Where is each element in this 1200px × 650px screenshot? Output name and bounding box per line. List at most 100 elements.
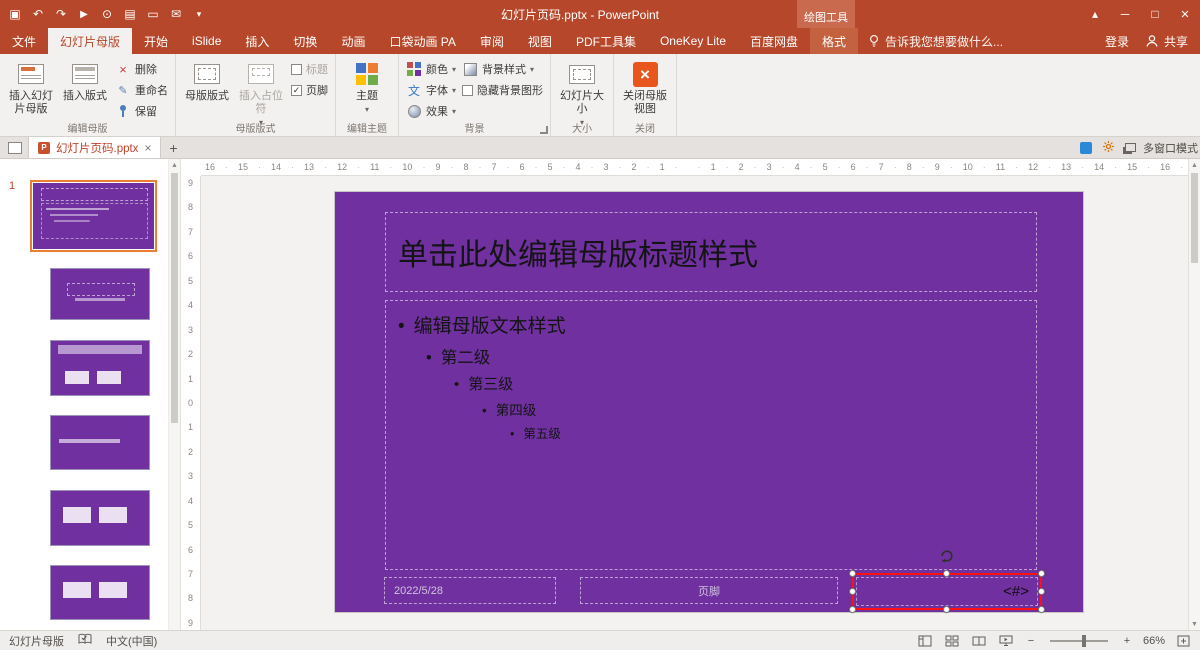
touch-mode-icon[interactable] xyxy=(96,3,118,25)
slide-size-button[interactable]: 幻灯片大小 xyxy=(555,57,609,129)
main-vertical-scrollbar[interactable] xyxy=(1188,159,1200,630)
title-checkbox[interactable]: 标题 xyxy=(288,59,331,79)
slide-thumbnail-3[interactable] xyxy=(50,340,150,396)
slideshow-view-button[interactable] xyxy=(997,633,1015,649)
close-master-view-button[interactable]: 关闭母版视图 xyxy=(618,57,672,116)
ribbon-tab-pdf-tools[interactable]: PDF工具集 xyxy=(564,28,648,54)
zoom-out-button[interactable] xyxy=(1024,635,1038,647)
footer-placeholder[interactable]: 页脚 xyxy=(580,577,838,604)
preserve-button[interactable]: 保留 xyxy=(112,101,171,121)
effects-button[interactable]: 效果 xyxy=(403,101,459,121)
resize-handle-sw[interactable] xyxy=(849,606,856,613)
ribbon-tab-view[interactable]: 视图 xyxy=(516,28,564,54)
title-placeholder[interactable]: 单击此处编辑母版标题样式 xyxy=(385,212,1037,292)
reading-view-button[interactable] xyxy=(970,633,988,649)
open-icon[interactable] xyxy=(142,3,164,25)
ribbon-tab-format[interactable]: 格式 xyxy=(810,28,858,54)
resize-handle-nw[interactable] xyxy=(849,570,856,577)
thumbnail-panel-scrollbar[interactable] xyxy=(168,159,181,630)
rename-button[interactable]: 重命名 xyxy=(112,80,171,100)
footer-checkbox[interactable]: 页脚 xyxy=(288,80,331,100)
sign-in-link[interactable]: 登录 xyxy=(1105,33,1129,50)
slide-thumbnail-6[interactable] xyxy=(50,565,150,620)
zoom-percentage[interactable]: 66% xyxy=(1143,635,1165,647)
ribbon-display-options-icon[interactable] xyxy=(1080,0,1110,28)
body-bullet-level-4[interactable]: 第四级 xyxy=(482,399,1026,419)
scroll-up-icon[interactable] xyxy=(169,159,180,171)
zoom-slider-thumb[interactable] xyxy=(1082,635,1086,647)
slideshow-icon[interactable] xyxy=(73,3,95,25)
scroll-up-icon[interactable] xyxy=(1189,159,1200,171)
slide-thumbnail-4[interactable] xyxy=(50,415,150,470)
document-tab[interactable]: 幻灯片页码.pptx xyxy=(28,137,161,158)
multi-window-mode-button[interactable]: 多窗口模式 xyxy=(1125,140,1198,156)
thumbnail-preview xyxy=(33,183,154,249)
scrollbar-thumb[interactable] xyxy=(1191,173,1198,263)
scrollbar-thumb[interactable] xyxy=(171,173,178,423)
ribbon-tab-onekey-lite[interactable]: OneKey Lite xyxy=(648,28,738,54)
spell-check-icon[interactable] xyxy=(78,633,92,648)
resize-handle-w[interactable] xyxy=(849,588,856,595)
ribbon-tab-pocket-animation[interactable]: 口袋动画 PA xyxy=(377,28,467,54)
email-icon[interactable] xyxy=(165,3,187,25)
resize-handle-e[interactable] xyxy=(1038,588,1045,595)
resize-handle-n[interactable] xyxy=(943,570,950,577)
ribbon-tab-file[interactable]: 文件 xyxy=(0,28,48,54)
ribbon-tab-review[interactable]: 审阅 xyxy=(468,28,516,54)
redo-icon[interactable] xyxy=(50,3,72,25)
plugin-icon[interactable] xyxy=(1080,142,1092,154)
insert-layout-button[interactable]: 插入版式 xyxy=(58,57,112,103)
delete-button[interactable]: 删除 xyxy=(112,59,171,79)
body-bullet-level-3[interactable]: 第三级 xyxy=(454,373,1026,394)
body-bullet-level-2[interactable]: 第二级 xyxy=(426,344,1026,368)
maximize-button[interactable] xyxy=(1140,0,1170,28)
scroll-down-icon[interactable] xyxy=(1189,618,1200,630)
ribbon-tab-baidu-netdisk[interactable]: 百度网盘 xyxy=(738,28,810,54)
body-placeholder[interactable]: 编辑母版文本样式第二级第三级第四级第五级 xyxy=(385,300,1037,570)
ribbon-tab-transitions[interactable]: 切换 xyxy=(281,28,329,54)
fonts-button[interactable]: 字体 xyxy=(403,80,459,100)
ribbon-tab-insert[interactable]: 插入 xyxy=(233,28,281,54)
resize-handle-se[interactable] xyxy=(1038,606,1045,613)
new-slide-icon[interactable] xyxy=(119,3,141,25)
resize-handle-ne[interactable] xyxy=(1038,570,1045,577)
hide-background-checkbox[interactable]: 隐藏背景图形 xyxy=(459,80,546,100)
save-icon[interactable] xyxy=(4,3,26,25)
slide-thumbnail-2[interactable] xyxy=(50,268,150,320)
new-document-tab-button[interactable] xyxy=(161,137,185,158)
more-icon[interactable] xyxy=(188,3,210,25)
master-layout-button[interactable]: 母版版式 xyxy=(180,57,234,103)
minimize-button[interactable] xyxy=(1110,0,1140,28)
fit-slide-to-window-button[interactable] xyxy=(1174,633,1192,649)
tell-me-box[interactable]: 告诉我您想要做什么... xyxy=(858,28,1013,54)
settings-gear-icon[interactable] xyxy=(1102,140,1115,156)
slide-sorter-view-button[interactable] xyxy=(943,633,961,649)
share-button[interactable]: 共享 xyxy=(1145,33,1188,50)
slide-number-placeholder[interactable]: <#> xyxy=(852,573,1042,610)
close-tab-icon[interactable] xyxy=(144,141,151,155)
rotation-handle[interactable] xyxy=(938,547,956,565)
zoom-in-button[interactable] xyxy=(1120,635,1134,647)
slide-thumbnail-5[interactable] xyxy=(50,490,150,546)
ribbon-tab-islide[interactable]: iSlide xyxy=(180,28,233,54)
body-bullet-level-1[interactable]: 编辑母版文本样式 xyxy=(398,311,1026,338)
themes-button[interactable]: 主题 xyxy=(340,57,394,116)
date-placeholder[interactable]: 2022/5/28 xyxy=(384,577,556,604)
normal-view-button[interactable] xyxy=(916,633,934,649)
resize-handle-s[interactable] xyxy=(943,606,950,613)
document-view-icon[interactable] xyxy=(8,142,22,154)
background-styles-button[interactable]: 背景样式 xyxy=(459,59,546,79)
slide-thumbnail-1[interactable] xyxy=(30,180,157,252)
ribbon-tab-home[interactable]: 开始 xyxy=(132,28,180,54)
language-status[interactable]: 中文(中国) xyxy=(106,633,157,649)
close-button[interactable] xyxy=(1170,0,1200,28)
insert-placeholder-button[interactable]: 插入占位符 xyxy=(234,57,288,129)
slide-master-slide[interactable]: 单击此处编辑母版标题样式 编辑母版文本样式第二级第三级第四级第五级 2022/5… xyxy=(335,192,1083,612)
ribbon-tab-slide-master[interactable]: 幻灯片母版 xyxy=(48,28,132,54)
colors-button[interactable]: 颜色 xyxy=(403,59,459,79)
ribbon-tab-animations[interactable]: 动画 xyxy=(329,28,377,54)
undo-icon[interactable] xyxy=(27,3,49,25)
body-bullet-level-5[interactable]: 第五级 xyxy=(510,423,1026,442)
zoom-slider[interactable] xyxy=(1050,640,1108,642)
insert-slide-master-button[interactable]: 插入幻灯片母版 xyxy=(4,57,58,116)
